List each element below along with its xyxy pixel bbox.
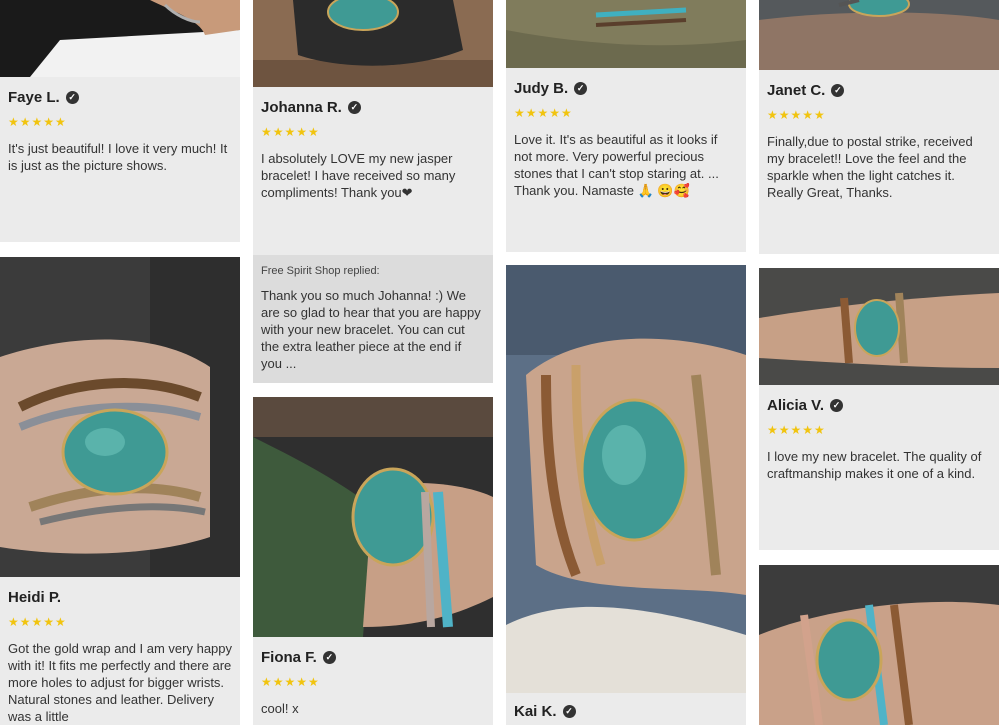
review-card: Johanna R. ✓ ★★★★★ I absolutely LOVE my n… [253, 87, 493, 255]
photo-faye [0, 0, 240, 77]
reviewer-name: Johanna R. [261, 99, 342, 116]
review-card: Alicia V. ✓ ★★★★★ I love my new bracelet.… [759, 385, 999, 550]
verified-icon: ✓ [829, 399, 843, 412]
photo-fiona [253, 397, 493, 637]
review-photo[interactable] [253, 0, 493, 87]
review-photo[interactable] [0, 0, 240, 77]
verified-icon: ✓ [347, 101, 361, 114]
review-card: Heidi P. ★★★★★ Got the gold wrap and I a… [0, 577, 240, 725]
review-photo[interactable] [759, 268, 999, 385]
review-text: Love it. It's as beautiful as it looks i… [514, 132, 719, 198]
verified-icon: ✓ [574, 82, 588, 95]
rating-stars: ★★★★★ [767, 423, 826, 437]
rating-stars: ★★★★★ [8, 615, 67, 629]
reviewer-name: Fiona F. [261, 649, 317, 666]
review-photo[interactable] [759, 565, 999, 725]
verified-icon: ✓ [322, 651, 336, 664]
review-card: Judy B. ✓ ★★★★★ Love it. It's as beautifu… [506, 68, 746, 252]
review-photo[interactable] [253, 397, 493, 637]
reply-text: Thank you so much Johanna! :) We are so … [261, 288, 481, 371]
review-photo[interactable] [506, 265, 746, 693]
rating-stars: ★★★★★ [261, 675, 320, 689]
review-card: Faye L. ✓ ★★★★★ It's just beautiful! I lo… [0, 77, 240, 242]
review-photo[interactable] [506, 0, 746, 68]
review-card: Fiona F. ✓ ★★★★★ cool! x [253, 637, 493, 725]
rating-stars: ★★★★★ [261, 125, 320, 139]
review-card: Janet C. ✓ ★★★★★ Finally,due to postal st… [759, 70, 999, 254]
review-card: Kai K. ✓ [506, 693, 746, 725]
reviewer-name: Alicia V. [767, 397, 824, 414]
reviewer-name: Faye L. [8, 89, 60, 106]
verified-icon: ✓ [562, 705, 576, 718]
reply-label: Free Spirit Shop replied: [261, 265, 380, 277]
review-photo[interactable] [0, 257, 240, 577]
rating-stars: ★★★★★ [514, 106, 573, 120]
review-photo[interactable] [759, 0, 999, 70]
rating-stars: ★★★★★ [767, 108, 826, 122]
review-text: Got the gold wrap and I am very happy wi… [8, 641, 233, 724]
reviewer-name: Heidi P. [8, 589, 62, 606]
review-text: I absolutely LOVE my new jasper bracelet… [261, 151, 456, 200]
review-text: cool! x [261, 701, 299, 716]
reviewer-name: Kai K. [514, 703, 557, 720]
verified-icon: ✓ [65, 91, 79, 104]
reviewer-name: Janet C. [767, 82, 826, 99]
rating-stars: ★★★★★ [8, 115, 67, 129]
photo-alicia [759, 268, 999, 385]
photo-heidi [0, 257, 240, 577]
reviewer-name: Judy B. [514, 80, 569, 97]
verified-icon: ✓ [831, 84, 845, 97]
review-text: It's just beautiful! I love it very much… [8, 141, 228, 173]
photo-kai [506, 265, 746, 693]
review-text: Finally,due to postal strike, received m… [767, 134, 973, 200]
photo-janet [759, 0, 999, 70]
photo-johanna [253, 0, 493, 87]
shop-reply: Free Spirit Shop replied: Thank you so m… [253, 255, 493, 383]
photo-judy [506, 0, 746, 68]
review-text: I love my new bracelet. The quality of c… [767, 449, 982, 481]
photo-bracelet [759, 565, 999, 725]
